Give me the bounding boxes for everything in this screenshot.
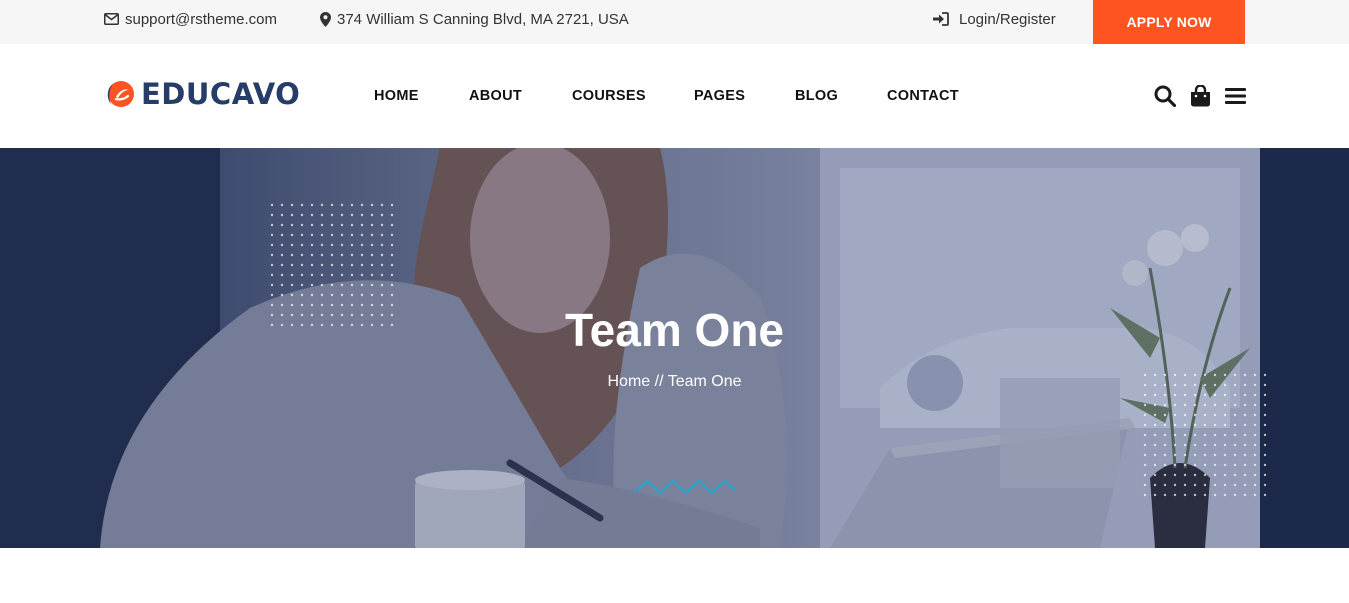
page-title: Team One xyxy=(565,304,784,356)
logo-mark-icon xyxy=(107,81,134,107)
login-register-text: Login/Register xyxy=(959,10,1056,28)
top-bar: support@rstheme.com 374 William S Cannin… xyxy=(0,0,1349,44)
main-header: EDUCAVO HOME ABOUT COURSES PAGES BLOG CO… xyxy=(0,44,1349,148)
login-register-link[interactable]: Login/Register xyxy=(933,0,1056,38)
wave-decoration xyxy=(633,479,737,495)
breadcrumb-home[interactable]: Home xyxy=(608,373,651,390)
sign-in-icon xyxy=(933,12,949,26)
menu-icon[interactable] xyxy=(1223,84,1247,108)
page-banner: Team One Home // Team One xyxy=(0,148,1349,548)
nav-pages[interactable]: PAGES xyxy=(694,88,745,104)
nav-about[interactable]: ABOUT xyxy=(469,88,522,104)
nav-blog[interactable]: BLOG xyxy=(795,88,838,104)
nav-courses[interactable]: COURSES xyxy=(572,88,646,104)
envelope-icon xyxy=(104,13,119,25)
email-text: support@rstheme.com xyxy=(125,10,277,28)
logo[interactable]: EDUCAVO xyxy=(104,77,300,111)
email-link[interactable]: support@rstheme.com xyxy=(104,0,277,38)
nav-home[interactable]: HOME xyxy=(374,88,419,104)
shopping-bag-icon[interactable] xyxy=(1188,84,1212,108)
breadcrumb: Home // Team One xyxy=(0,373,1349,391)
breadcrumb-separator: // xyxy=(654,373,664,390)
map-marker-icon xyxy=(320,11,331,27)
breadcrumb-current: Team One xyxy=(667,373,742,390)
address-info: 374 William S Canning Blvd, MA 2721, USA xyxy=(320,0,629,38)
dot-pattern-right xyxy=(1143,373,1267,497)
search-icon[interactable] xyxy=(1153,84,1177,108)
nav-contact[interactable]: CONTACT xyxy=(887,88,959,104)
address-text: 374 William S Canning Blvd, MA 2721, USA xyxy=(337,10,629,28)
logo-text: EDUCAVO xyxy=(141,77,301,111)
apply-now-button[interactable]: APPLY NOW xyxy=(1093,0,1245,44)
